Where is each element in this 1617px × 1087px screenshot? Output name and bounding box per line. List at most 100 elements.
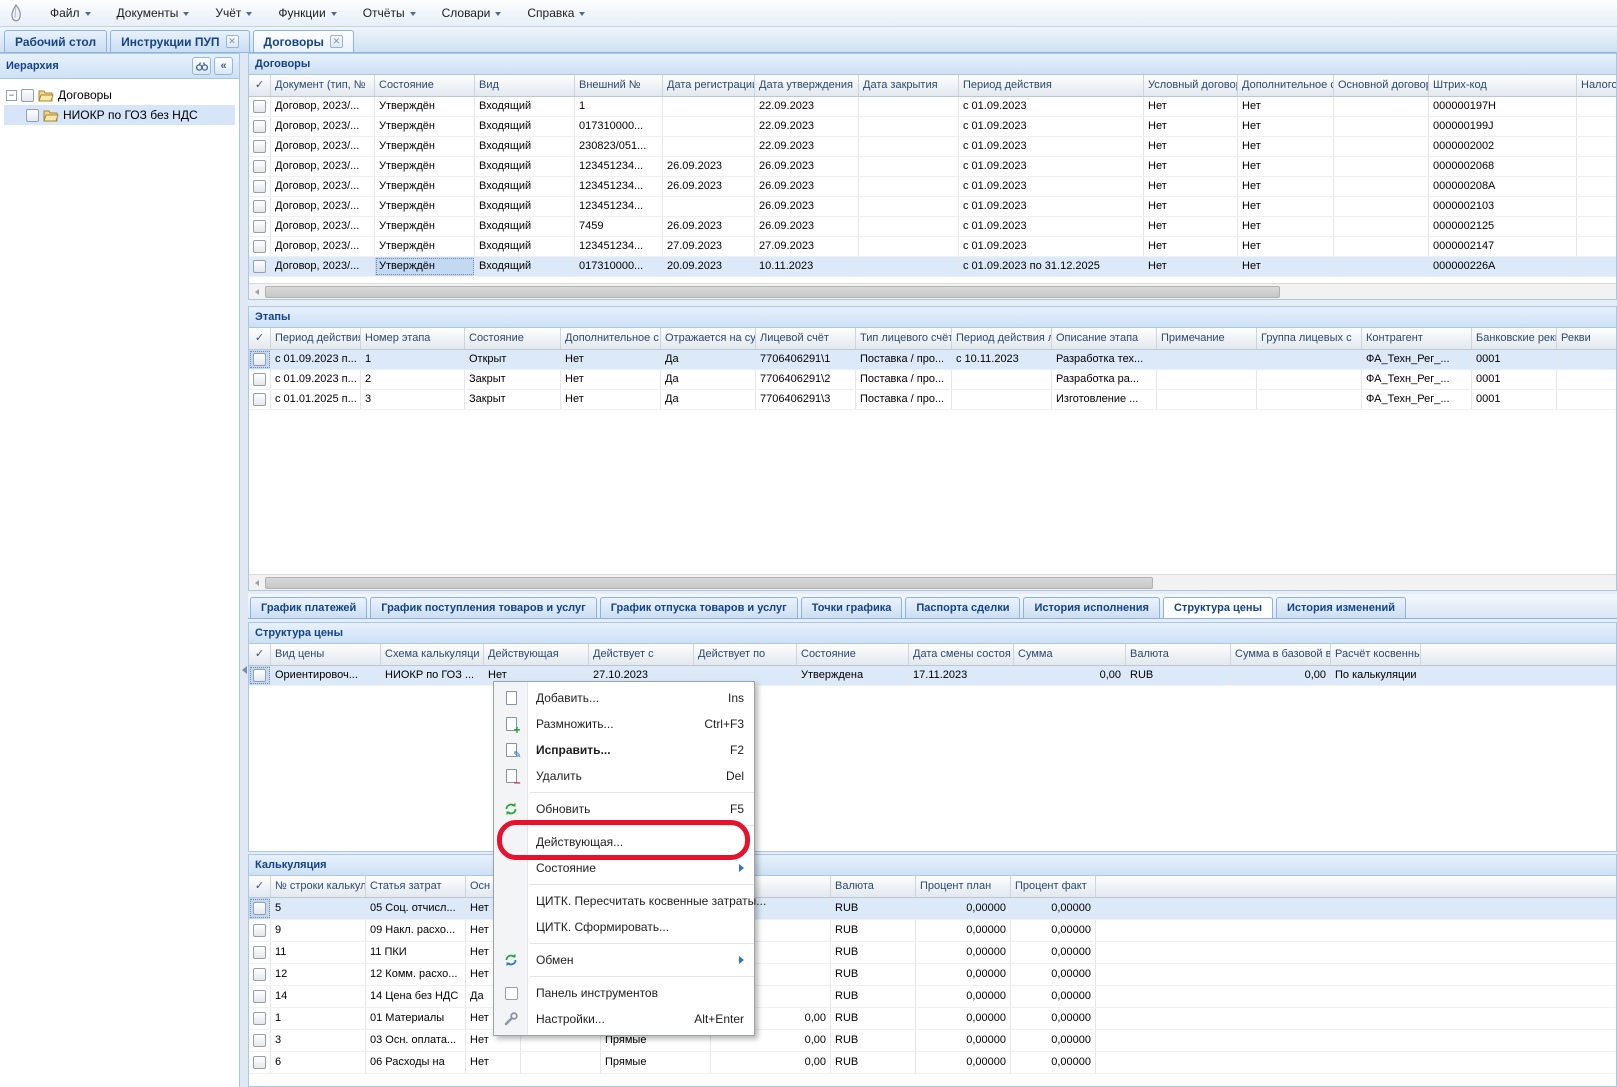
detail-tab-6[interactable]: История исполнения <box>1023 597 1160 618</box>
menubar-item-2[interactable]: Документы <box>117 6 190 20</box>
contracts-hscrollbar[interactable] <box>249 283 1616 299</box>
menu-item-4[interactable]: УдалитьDel <box>494 763 754 789</box>
column-header[interactable]: ✓ <box>249 328 271 349</box>
menu-item-8[interactable]: Действующая... <box>494 829 754 855</box>
column-header[interactable]: Процент факт <box>1011 876 1096 897</box>
table-row[interactable]: с 01.01.2025 п...3ЗакрытНетДа7706406291\… <box>249 390 1616 410</box>
row-checkbox[interactable] <box>253 160 266 173</box>
column-header[interactable]: ✓ <box>249 876 271 897</box>
table-row[interactable]: 303 Осн. оплата...НетПрямые0,00RUB0,0000… <box>249 1030 1616 1052</box>
column-header[interactable]: Период действия <box>959 75 1144 96</box>
column-header[interactable]: Период действия л <box>952 328 1052 349</box>
menubar-item-1[interactable]: Файл <box>50 6 91 20</box>
column-header[interactable]: Дата смены состоя <box>909 644 1014 665</box>
collapse-panel-button[interactable]: « <box>214 57 233 75</box>
menu-item-9[interactable]: Состояние <box>494 855 754 881</box>
column-header[interactable]: Дата утверждения <box>755 75 859 96</box>
row-checkbox[interactable] <box>253 968 266 981</box>
table-row[interactable]: 1111 ПКИНетRUB0,000000,00000 <box>249 942 1616 964</box>
menu-item-16[interactable]: Панель инструментов <box>494 980 754 1006</box>
column-header[interactable]: Дополнительное с <box>1238 75 1334 96</box>
close-tab-icon[interactable]: ✕ <box>226 35 239 48</box>
search-button[interactable] <box>192 57 211 75</box>
column-header[interactable]: Описание этапа <box>1052 328 1157 349</box>
tree-node-checkbox[interactable] <box>21 89 34 102</box>
column-header[interactable]: Документ (тип, № <box>271 75 375 96</box>
row-checkbox[interactable] <box>253 1034 266 1047</box>
column-header[interactable]: Действует по <box>694 644 797 665</box>
table-row[interactable]: Договор, 2023/...УтверждёнВходящий123451… <box>249 197 1616 217</box>
column-header[interactable]: Валюта <box>831 876 916 897</box>
column-header[interactable]: Расчёт косвенных <box>1331 644 1421 665</box>
column-header[interactable]: Основной договор <box>1334 75 1429 96</box>
splitter-collapse-handle[interactable] <box>241 650 247 690</box>
row-checkbox[interactable] <box>253 140 266 153</box>
row-checkbox[interactable] <box>253 200 266 213</box>
column-header[interactable]: Примечание <box>1157 328 1257 349</box>
table-row[interactable]: 606 Расходы наНетПрямые0,00RUB0,000000,0… <box>249 1052 1616 1074</box>
scroll-left-arrow-icon[interactable] <box>249 284 265 300</box>
table-row[interactable]: Договор, 2023/...УтверждёнВходящий017310… <box>249 257 1616 277</box>
column-header[interactable]: Состояние <box>375 75 475 96</box>
menu-item-14[interactable]: Обмен <box>494 947 754 973</box>
column-header[interactable]: Внешний № <box>575 75 663 96</box>
row-checkbox[interactable] <box>253 120 266 133</box>
detail-tab-8[interactable]: История изменений <box>1276 597 1406 618</box>
table-row[interactable]: 505 Соц. отчисл...НетRUB0,000000,00000 <box>249 898 1616 920</box>
menu-item-6[interactable]: ОбновитьF5 <box>494 796 754 822</box>
table-row[interactable]: Ориентировоч...НИОКР по ГОЗ ...Нет27.10.… <box>249 666 1616 686</box>
detail-tab-5[interactable]: Паспорта сделки <box>905 597 1020 618</box>
menu-item-12[interactable]: ЦИТК. Сформировать... <box>494 914 754 940</box>
column-header[interactable]: Состояние <box>797 644 909 665</box>
table-row[interactable]: с 01.09.2023 п...2ЗакрытНетДа7706406291\… <box>249 370 1616 390</box>
detail-tab-7[interactable]: Структура цены <box>1163 597 1273 618</box>
column-header[interactable]: Дата закрытия <box>859 75 959 96</box>
table-row[interactable]: с 01.09.2023 п...1ОткрытНетДа7706406291\… <box>249 350 1616 370</box>
column-header[interactable]: Вид <box>475 75 575 96</box>
tree-node-niokr[interactable]: НИОКР по ГОЗ без НДС <box>4 105 235 125</box>
detail-tab-1[interactable]: График платежей <box>250 597 367 618</box>
column-header[interactable]: Условный договор <box>1144 75 1238 96</box>
table-row[interactable]: Договор, 2023/...УтверждёнВходящий017310… <box>249 117 1616 137</box>
column-header[interactable]: Период действия.. <box>271 328 361 349</box>
column-header[interactable]: Действует с <box>589 644 694 665</box>
column-header[interactable]: Действующая <box>484 644 589 665</box>
column-header[interactable]: Состояние <box>465 328 561 349</box>
column-header[interactable]: Рекви <box>1557 328 1616 349</box>
table-row[interactable]: Договор, 2023/...УтверждёнВходящий122.09… <box>249 97 1616 117</box>
table-row[interactable]: Договор, 2023/...УтверждёнВходящий123451… <box>249 237 1616 257</box>
column-header[interactable]: Сумма в базовой в <box>1231 644 1331 665</box>
scrollbar-thumb[interactable] <box>265 286 1280 298</box>
table-row[interactable]: 1212 Комм. расхо...НетRUB0,000000,00000 <box>249 964 1616 986</box>
column-header[interactable]: Валюта <box>1126 644 1231 665</box>
tree-node-checkbox[interactable] <box>26 109 39 122</box>
detail-tab-2[interactable]: График поступления товаров и услуг <box>370 597 596 618</box>
table-row[interactable]: 909 Накл. расхо...НетRUB0,000000,00000 <box>249 920 1616 942</box>
column-header[interactable]: Группа лицевых с <box>1257 328 1362 349</box>
window-tab-3[interactable]: Договоры✕ <box>253 30 354 52</box>
menubar-item-3[interactable]: Учёт <box>215 6 252 20</box>
table-row[interactable]: Договор, 2023/...УтверждёнВходящий230823… <box>249 137 1616 157</box>
menubar-item-5[interactable]: Отчёты <box>363 6 416 20</box>
column-header[interactable]: Статья затрат <box>366 876 466 897</box>
row-checkbox[interactable] <box>253 180 266 193</box>
row-checkbox[interactable] <box>253 946 266 959</box>
row-checkbox[interactable] <box>253 1056 266 1069</box>
detail-tab-4[interactable]: Точки графика <box>801 597 903 618</box>
column-header[interactable]: Налогов <box>1577 75 1616 96</box>
menu-item-17[interactable]: Настройки...Alt+Enter <box>494 1006 754 1032</box>
column-header[interactable]: ✓ <box>249 644 271 665</box>
row-checkbox[interactable] <box>253 240 266 253</box>
row-checkbox[interactable] <box>253 1012 266 1025</box>
table-row[interactable]: Договор, 2023/...УтверждёнВходящий123451… <box>249 177 1616 197</box>
row-checkbox[interactable] <box>253 393 266 406</box>
menubar-item-4[interactable]: Функции <box>278 6 336 20</box>
window-tab-1[interactable]: Рабочий стол <box>4 30 107 52</box>
close-tab-icon[interactable]: ✕ <box>330 35 343 48</box>
stages-hscrollbar[interactable] <box>249 574 1616 590</box>
table-row[interactable]: 101 МатериалыНетПрямые0,00RUB0,000000,00… <box>249 1008 1616 1030</box>
menubar-item-6[interactable]: Словари <box>442 6 502 20</box>
tree-node-contracts[interactable]: − Договоры <box>4 85 235 105</box>
row-checkbox[interactable] <box>253 669 266 682</box>
row-checkbox[interactable] <box>253 373 266 386</box>
